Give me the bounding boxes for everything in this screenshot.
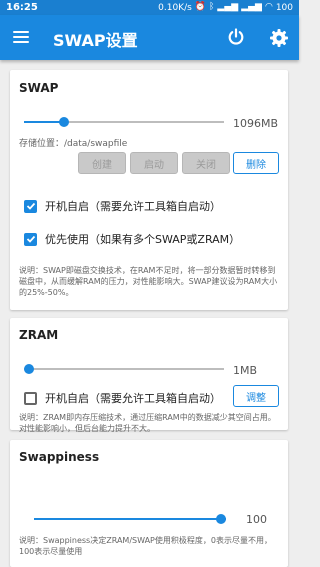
status-time: 16:25 <box>6 2 38 13</box>
swappiness-card: Swappiness 100 说明：Swappiness决定ZRAM/SWAP使… <box>10 440 288 567</box>
battery-level: 100 <box>275 2 293 13</box>
swappiness-slider-thumb[interactable] <box>216 514 226 524</box>
zram-autostart-checkbox[interactable] <box>24 391 37 405</box>
app-toolbar: SWAP设置 <box>0 15 299 60</box>
create-button[interactable]: 创建 <box>78 152 126 174</box>
zram-size-value: 1MB <box>233 364 258 377</box>
swap-size-slider[interactable] <box>24 116 224 128</box>
swap-title: SWAP <box>19 81 59 95</box>
swap-autostart-row[interactable]: 开机自启（需要允许工具箱自启动） <box>24 198 221 214</box>
zram-autostart-row[interactable]: 开机自启（需要允许工具箱自启动） <box>24 390 221 406</box>
swap-size-value: 1096MB <box>233 117 279 130</box>
zram-autostart-label: 开机自启（需要允许工具箱自启动） <box>45 392 221 405</box>
menu-icon[interactable] <box>11 27 31 47</box>
bluetooth-icon: ᛒ <box>209 2 215 12</box>
zram-slider-thumb[interactable] <box>24 364 34 374</box>
check-icon <box>26 202 35 210</box>
swap-autostart-label: 开机自启（需要允许工具箱自启动） <box>45 200 221 213</box>
gear-icon[interactable] <box>268 27 290 49</box>
zram-title: ZRAM <box>19 328 59 342</box>
power-icon[interactable] <box>226 27 246 47</box>
swap-slider-thumb[interactable] <box>59 117 69 127</box>
swappiness-title: Swappiness <box>19 450 100 464</box>
zram-card: ZRAM 1MB 开机自启（需要允许工具箱自启动） 调整 说明：ZRAM即内存压… <box>10 318 288 433</box>
swap-note: 说明：SWAP即磁盘交换技术，在RAM不足时，将一部分数据暂时转移到磁盘中，从而… <box>19 266 278 297</box>
swap-priority-row[interactable]: 优先使用（如果有多个SWAP或ZRAM） <box>24 231 240 247</box>
network-speed: 0.10K/s <box>158 2 192 13</box>
status-bar: 16:25 0.10K/s ⏰ ᛒ ▂▄▆ ▂▄▆ ◠ 100 <box>0 0 299 15</box>
swap-card: SWAP 1096MB 存储位置：/data/swapfile 创建 启动 关闭… <box>10 70 288 310</box>
swap-priority-label: 优先使用（如果有多个SWAP或ZRAM） <box>45 233 241 246</box>
swappiness-value: 100 <box>246 513 267 526</box>
wifi-icon: ◠ <box>264 2 273 12</box>
swappiness-slider[interactable] <box>34 513 226 525</box>
swap-path: 存储位置：/data/swapfile <box>19 139 128 149</box>
check-icon <box>26 235 35 243</box>
adjust-button[interactable]: 调整 <box>233 385 279 407</box>
alarm-icon: ⏰ <box>194 2 207 12</box>
start-button[interactable]: 启动 <box>130 152 178 174</box>
swap-autostart-checkbox[interactable] <box>24 199 37 213</box>
zram-size-slider[interactable] <box>24 363 224 375</box>
swap-priority-checkbox[interactable] <box>24 232 37 246</box>
delete-button[interactable]: 删除 <box>233 152 279 174</box>
page-title: SWAP设置 <box>53 31 138 50</box>
signal-icon: ▂▄▆ <box>217 2 239 12</box>
signal-icon-2: ▂▄▆ <box>241 2 262 12</box>
zram-note: 说明：ZRAM即内存压缩技术，通过压缩RAM中的数据减少其空间占用。对性能影响小… <box>19 413 276 433</box>
status-icons: 0.10K/s ⏰ ᛒ ▂▄▆ ▂▄▆ ◠ 100 <box>158 3 293 13</box>
swappiness-note: 说明：Swappiness决定ZRAM/SWAP使用积极程度，0表示尽量不用，1… <box>19 536 272 556</box>
close-button[interactable]: 关闭 <box>182 152 230 174</box>
